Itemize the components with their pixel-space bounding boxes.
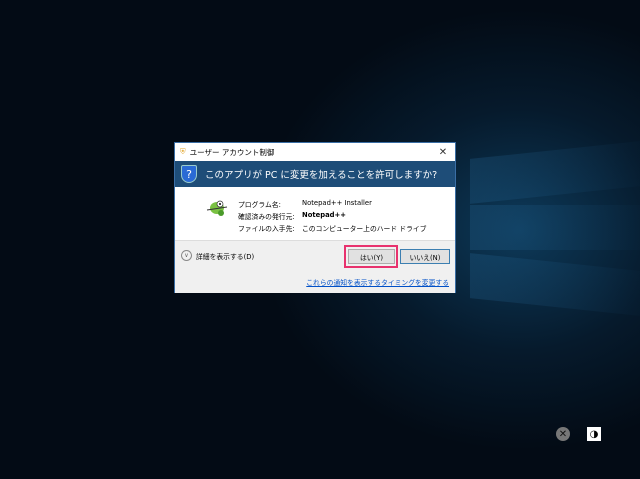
show-details-button[interactable]: ∨ 詳細を表示する(D) bbox=[181, 250, 254, 261]
dialog-header: ? このアプリが PC に変更を加えることを許可しますか? bbox=[175, 161, 455, 187]
publisher-value: Notepad++ bbox=[302, 211, 346, 219]
close-button[interactable]: ✕ bbox=[431, 147, 455, 158]
chevron-down-icon: ∨ bbox=[181, 250, 192, 261]
question-text: このアプリが PC に変更を加えることを許可しますか? bbox=[205, 170, 438, 181]
ease-of-access-close-icon[interactable]: ✕ bbox=[556, 427, 570, 441]
app-info: プログラム名: Notepad++ Installer 確認済みの発行元: Note… bbox=[238, 199, 427, 233]
program-name-label: プログラム名: bbox=[238, 201, 281, 209]
file-origin-label: ファイルの入手先: bbox=[238, 225, 295, 233]
program-name-value: Notepad++ Installer bbox=[302, 199, 372, 207]
notification-settings-link[interactable]: これらの通知を表示するタイミングを変更する bbox=[306, 277, 449, 287]
dialog-title: ユーザー アカウント制御 bbox=[189, 147, 275, 157]
shield-icon: ⛨ bbox=[180, 147, 186, 156]
no-button[interactable]: いいえ(N) bbox=[400, 249, 450, 264]
publisher-label: 確認済みの発行元: bbox=[238, 213, 295, 221]
notepad-plus-plus-icon bbox=[206, 200, 228, 216]
power-icon[interactable]: ◑ bbox=[587, 427, 601, 441]
wallpaper-light bbox=[470, 253, 640, 316]
file-origin-value: このコンピューター上のハード ドライブ bbox=[302, 225, 427, 233]
uac-dialog: ⛨ ユーザー アカウント制御 ✕ ? このアプリが PC に変更を加えることを許… bbox=[174, 142, 456, 293]
yes-button[interactable]: はい(Y) bbox=[348, 249, 395, 264]
question-shield-icon: ? bbox=[181, 165, 197, 183]
wallpaper-light bbox=[470, 205, 640, 250]
title-bar: ⛨ ユーザー アカウント制御 ✕ bbox=[175, 143, 455, 161]
dialog-footer: ∨ 詳細を表示する(D) はい(Y) いいえ(N) これらの通知を表示するタイミ… bbox=[175, 240, 455, 293]
wallpaper-light bbox=[470, 141, 640, 204]
show-details-label: 詳細を表示する(D) bbox=[196, 252, 255, 261]
